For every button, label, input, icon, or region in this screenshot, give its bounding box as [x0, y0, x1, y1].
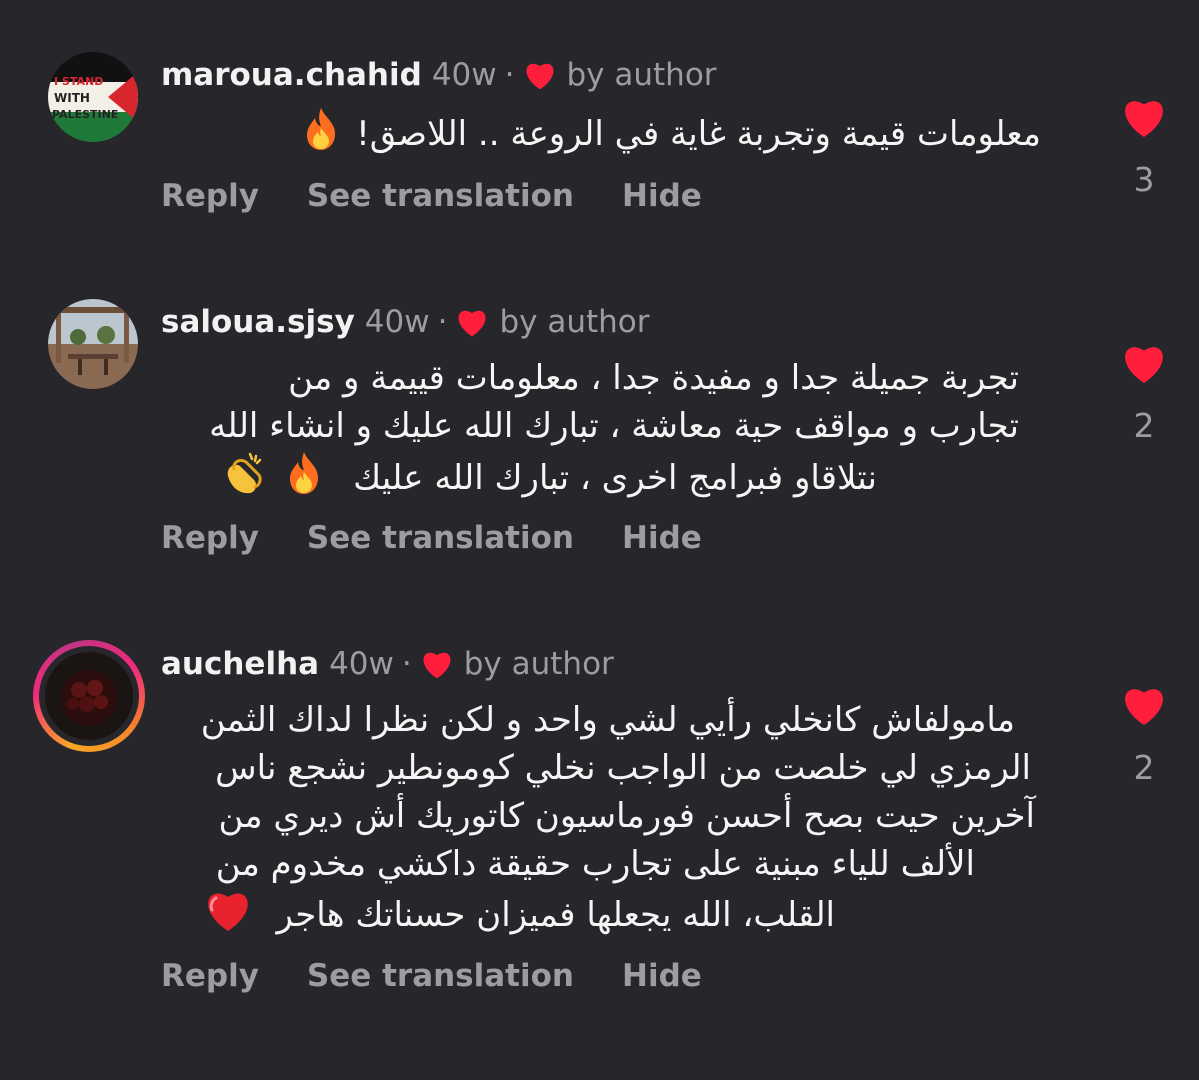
heart-icon [423, 652, 451, 679]
liked-by-author-label: by author [463, 646, 614, 682]
comment-text: مامولفاش كانخلي رأيي لشي واحد و لكن نظرا… [161, 696, 1039, 945]
comment-actions: Reply See translation Hide [161, 958, 702, 994]
comment-text-line: نتلاقاو فبرامج اخرى ، تبارك الله عليك [353, 458, 877, 498]
heart-icon [526, 63, 553, 90]
comment-actions: Reply See translation Hide [161, 178, 702, 214]
comment-text: معلومات قيمة وتجربة غاية في الروعة .. ال… [161, 106, 1041, 165]
see-translation-button[interactable]: See translation [307, 520, 574, 556]
fire-emoji-icon [284, 450, 324, 509]
roses-bouquet-avatar-image [45, 652, 133, 740]
comment-text-line: الرمزي لي خلصت من الواجب نخلي كومونطير ن… [215, 748, 1031, 788]
see-translation-button[interactable]: See translation [307, 178, 574, 214]
comment-text: تجربة جميلة جدا و مفيدة جدا ، معلومات قي… [161, 354, 1019, 509]
timestamp: 40w [329, 646, 394, 682]
like-count: 2 [1133, 406, 1155, 445]
avatar-text-line-3: PALESTINE [52, 108, 118, 121]
like-control: 2 [1114, 342, 1174, 445]
timestamp: 40w [431, 57, 497, 93]
username[interactable]: saloua.sjsy [161, 304, 355, 340]
avatar-text-line-2: WITH [54, 91, 90, 105]
hide-button[interactable]: Hide [622, 520, 702, 556]
liked-by-author-label: by author [499, 304, 650, 340]
like-count: 2 [1133, 748, 1155, 787]
comment-meta: maroua.chahid 40w · by author [161, 53, 717, 97]
comment-text-line: القلب، الله يجعلها فميزان حسناتك هاجر [276, 895, 835, 935]
heart-icon [459, 310, 486, 337]
like-heart-icon[interactable] [1120, 96, 1168, 138]
comment-text-line-with-emoji: القلب، الله يجعلها فميزان حسناتك هاجر [161, 888, 1039, 945]
reply-button[interactable]: Reply [161, 178, 259, 214]
timestamp: 40w [364, 304, 430, 340]
comment-actions: Reply See translation Hide [161, 520, 702, 556]
avatar-text-line-1: I STAND [54, 75, 103, 88]
terrace-photo-avatar-image [48, 299, 138, 389]
reply-button[interactable]: Reply [161, 958, 259, 994]
username[interactable]: maroua.chahid [161, 57, 422, 93]
comment-meta: auchelha 40w · by author [161, 642, 614, 686]
comment-text-line: تجارب و مواقف حية معاشة ، تبارك الله علي… [209, 406, 1019, 446]
avatar-with-story-ring[interactable] [33, 640, 145, 752]
clapping-hands-emoji-icon [220, 450, 266, 509]
like-heart-icon[interactable] [1120, 342, 1168, 384]
comment-meta: saloua.sjsy 40w · by author [161, 300, 650, 344]
palestine-flag-avatar-image: I STAND WITH PALESTINE [48, 52, 138, 142]
avatar[interactable] [48, 299, 138, 389]
fire-emoji-icon [301, 106, 341, 165]
see-translation-button[interactable]: See translation [307, 958, 574, 994]
comment-text-line: مامولفاش كانخلي رأيي لشي واحد و لكن نظرا… [200, 700, 1015, 740]
username[interactable]: auchelha [161, 646, 319, 682]
like-control: 2 [1114, 684, 1174, 787]
separator-dot: · [504, 57, 515, 93]
comment-text-line: معلومات قيمة وتجربة غاية في الروعة .. ال… [356, 114, 1041, 154]
liked-by-author-label: by author [566, 57, 717, 93]
comment-text-line: تجربة جميلة جدا و مفيدة جدا ، معلومات قي… [288, 358, 1019, 398]
avatar[interactable]: I STAND WITH PALESTINE [48, 52, 138, 142]
reply-button[interactable]: Reply [161, 520, 259, 556]
separator-dot: · [401, 646, 412, 682]
hide-button[interactable]: Hide [622, 178, 702, 214]
like-heart-icon[interactable] [1120, 684, 1168, 726]
comment-text-line-with-emojis: نتلاقاو فبرامج اخرى ، تبارك الله عليك [161, 450, 1019, 509]
comment-text-line: الألف للياء مبنية على تجارب حقيقة داكشي … [215, 844, 975, 884]
hide-button[interactable]: Hide [622, 958, 702, 994]
red-heart-emoji-icon [204, 888, 252, 945]
comment-text-line: آخرين حيت بصح أحسن فورماسيون كاتوريك أش … [218, 796, 1035, 836]
like-control: 3 [1114, 96, 1174, 199]
like-count: 3 [1133, 160, 1155, 199]
separator-dot: · [437, 304, 448, 340]
